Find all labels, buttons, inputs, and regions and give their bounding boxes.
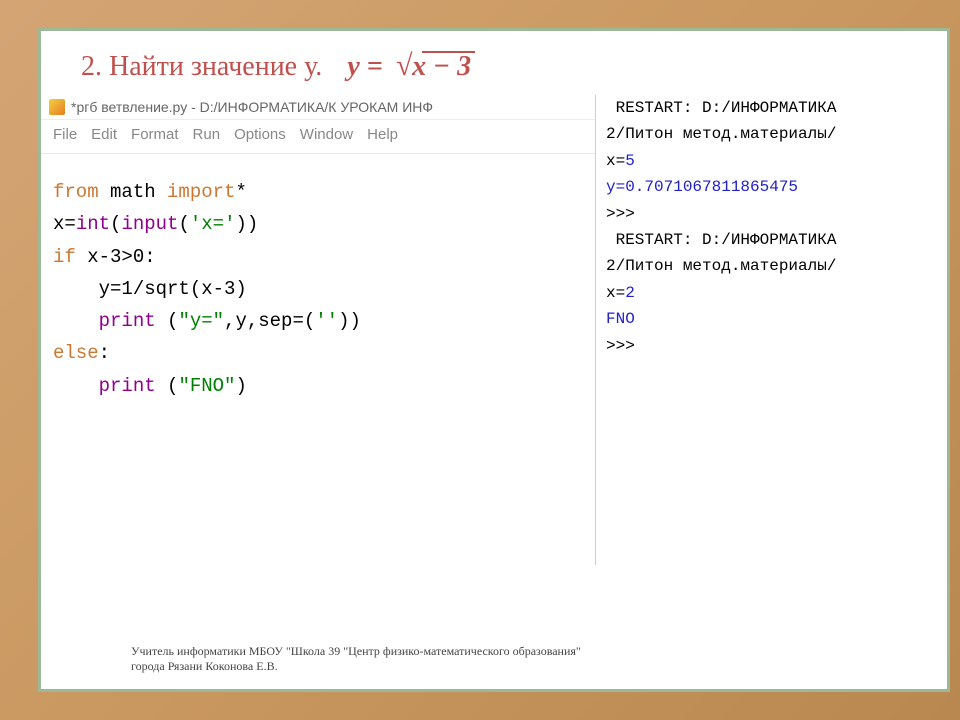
output-restart-1a: RESTART: D:/ИНФОРМАТИКА <box>606 95 941 121</box>
python-file-icon <box>49 99 65 115</box>
output-panel: RESTART: D:/ИНФОРМАТИКА 2/Питон метод.ма… <box>596 95 947 565</box>
footer-line-1: Учитель информатики МБОУ "Школа 39 "Цент… <box>131 644 581 660</box>
menu-format[interactable]: Format <box>131 126 179 143</box>
heading-number: 2. <box>81 51 102 82</box>
output-restart-2b: 2/Питон метод.материалы/ <box>606 253 941 279</box>
output-prompt-2: >>> <box>606 333 941 359</box>
content-row: *ргб ветвление.ру - D:/ИНФОРМАТИКА/К УРО… <box>41 95 947 565</box>
code-line-1: from math import* <box>53 176 583 208</box>
formula-lhs: y = <box>347 51 382 82</box>
code-line-6: else: <box>53 337 583 369</box>
menu-window[interactable]: Window <box>300 126 353 143</box>
formula-radical: √ <box>396 49 412 82</box>
output-fno: FNO <box>606 306 941 332</box>
menu-options[interactable]: Options <box>234 126 286 143</box>
editor-panel: *ргб ветвление.ру - D:/ИНФОРМАТИКА/К УРО… <box>41 95 596 565</box>
slide-container: 2. Найти значение у. y = √x − 3 *ргб вет… <box>38 28 950 692</box>
editor-menubar: File Edit Format Run Options Window Help <box>41 120 595 154</box>
code-line-3: if x-3>0: <box>53 241 583 273</box>
output-restart-1b: 2/Питон метод.материалы/ <box>606 121 941 147</box>
titlebar-text: *ргб ветвление.ру - D:/ИНФОРМАТИКА/К УРО… <box>71 99 433 115</box>
output-restart-2a: RESTART: D:/ИНФОРМАТИКА <box>606 227 941 253</box>
menu-run[interactable]: Run <box>193 126 221 143</box>
footer-line-2: города Рязани Коконова Е.В. <box>131 659 581 675</box>
code-area[interactable]: from math import* x=int(input('x=')) if … <box>41 154 595 414</box>
output-y-1: y=0.7071067811865475 <box>606 174 941 200</box>
slide-heading: 2. Найти значение у. y = √x − 3 <box>41 31 947 95</box>
menu-file[interactable]: File <box>53 126 77 143</box>
code-line-7: print ("FNO") <box>53 370 583 402</box>
code-line-5: print ("y=",y,sep=('')) <box>53 305 583 337</box>
output-prompt-1: >>> <box>606 201 941 227</box>
menu-edit[interactable]: Edit <box>91 126 117 143</box>
menu-help[interactable]: Help <box>367 126 398 143</box>
editor-titlebar: *ргб ветвление.ру - D:/ИНФОРМАТИКА/К УРО… <box>41 95 595 120</box>
slide-footer: Учитель информатики МБОУ "Школа 39 "Цент… <box>131 644 581 675</box>
formula-rhs: x − 3 <box>412 51 471 82</box>
code-line-2: x=int(input('x=')) <box>53 208 583 240</box>
code-line-4: y=1/sqrt(x-3) <box>53 273 583 305</box>
output-x-2: x=2 <box>606 280 941 306</box>
heading-text: Найти значение у. <box>109 51 322 82</box>
output-x-1: x=5 <box>606 148 941 174</box>
